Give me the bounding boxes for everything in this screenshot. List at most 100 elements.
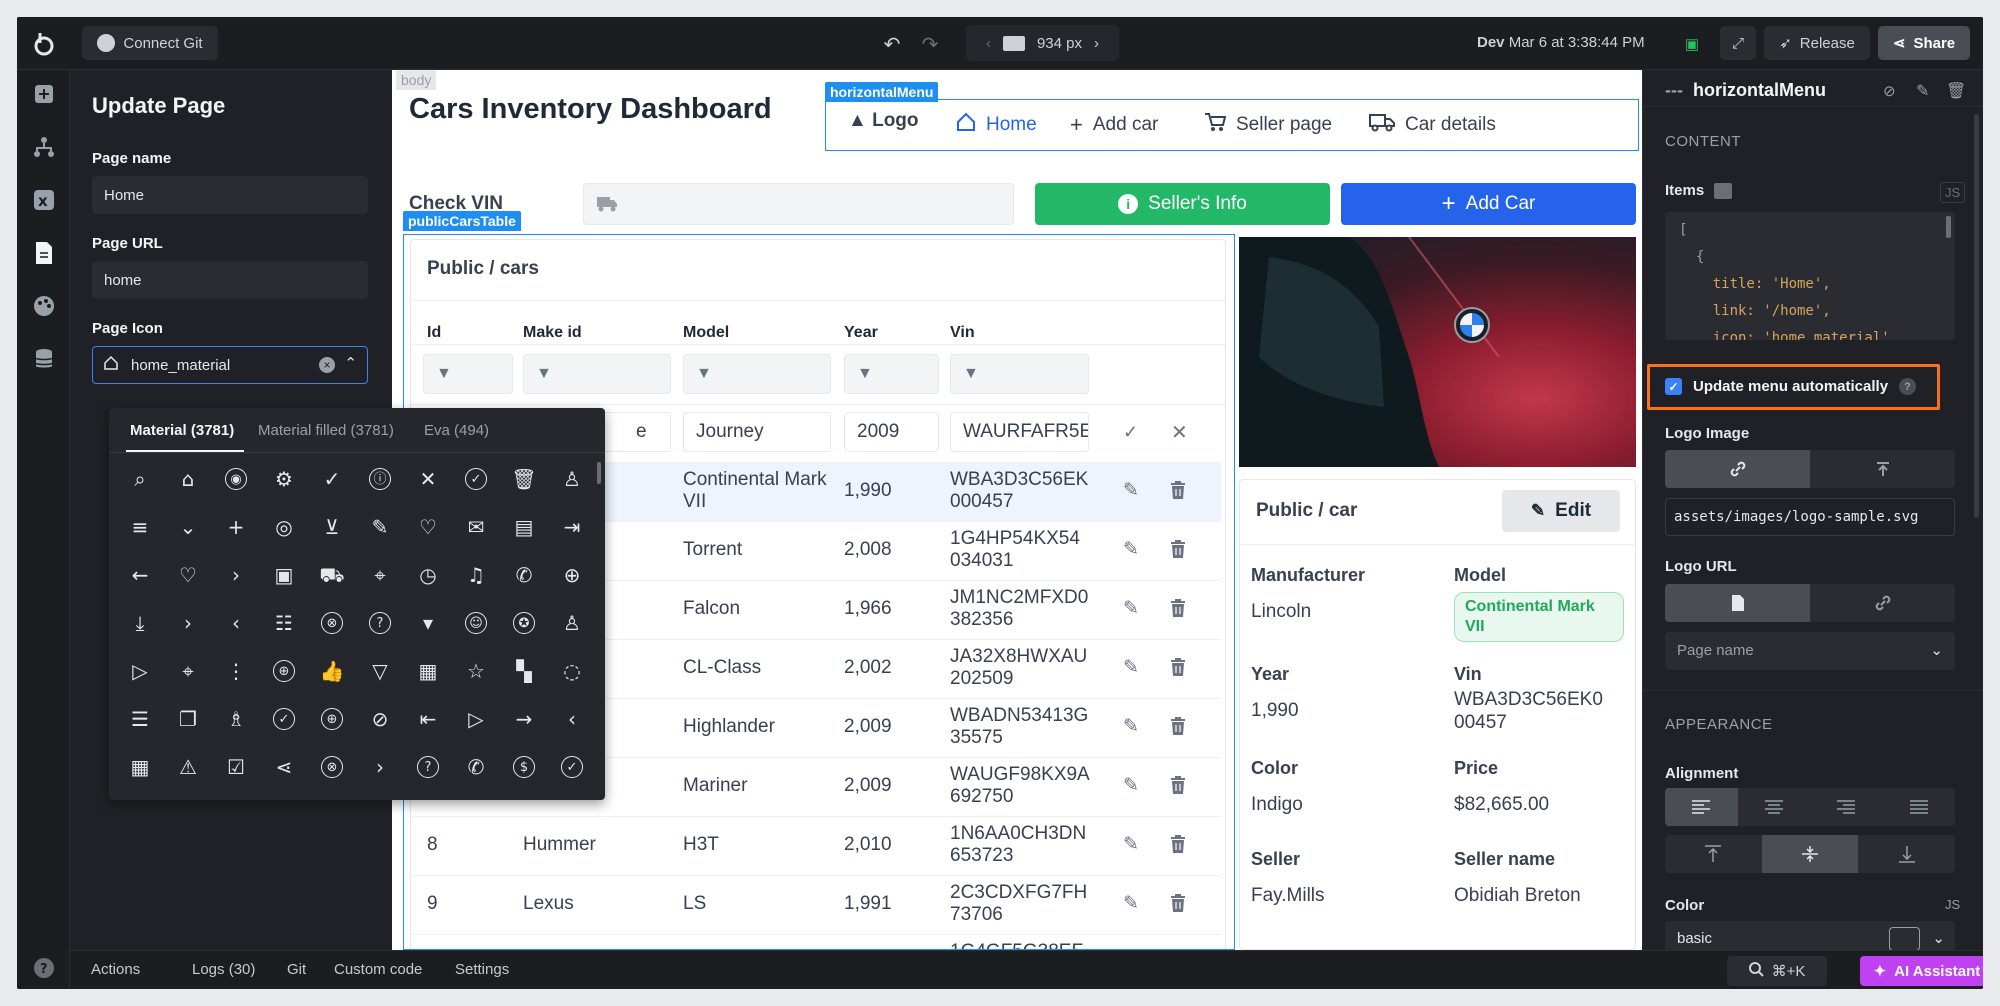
filter-model[interactable]: ▼ — [683, 354, 831, 394]
delete-icon[interactable]: 🗑 — [1946, 81, 1966, 101]
pencil-icon[interactable]: ✎ — [1123, 892, 1139, 915]
edit-icon[interactable]: ✎ — [1916, 81, 1929, 101]
align-left-icon[interactable] — [1665, 788, 1738, 826]
star-icon[interactable]: ☆ — [461, 656, 491, 686]
language-icon[interactable]: ⊕ — [557, 560, 587, 590]
calendar-icon[interactable]: ▦ — [125, 752, 155, 782]
lock-icon[interactable]: ▣ — [269, 560, 299, 590]
dashboard-icon[interactable]: ▚ — [509, 656, 539, 686]
table-row[interactable]: 9 Lexus LS 1,991 2C3CDXFG7FH73706 ✎ — [411, 875, 1221, 934]
edit-button[interactable]: ✎ Edit — [1502, 490, 1620, 532]
chevron-left-icon[interactable]: ‹ — [221, 608, 251, 638]
pencil-icon[interactable]: ✎ — [1123, 715, 1139, 738]
location-icon[interactable]: ⌖ — [173, 656, 203, 686]
settings-tab[interactable]: Settings — [455, 961, 509, 978]
logo-url-source-toggle[interactable] — [1665, 584, 1955, 622]
git-tab[interactable]: Git — [287, 961, 306, 978]
trash-icon[interactable] — [1171, 894, 1185, 917]
inspector-scrollbar[interactable] — [1974, 114, 1979, 518]
home-icon[interactable]: ⌂ — [173, 464, 203, 494]
cancel-icon[interactable]: ⊗ — [317, 608, 347, 638]
col-header-id[interactable]: Id — [427, 324, 441, 342]
list-icon[interactable]: ☰ — [125, 704, 155, 734]
check-icon[interactable]: ✓ — [1123, 422, 1138, 443]
chevron-left-icon[interactable]: ‹ — [986, 35, 991, 52]
color-js-toggle[interactable]: JS — [1945, 897, 1960, 912]
supervisor-icon[interactable]: ♗ — [221, 704, 251, 734]
checkbox-checked[interactable]: ✓ — [1665, 378, 1682, 395]
pencil-icon[interactable]: ✎ — [1123, 833, 1139, 856]
align-justify-icon[interactable] — [1883, 788, 1956, 826]
share-button[interactable]: ⋖ Share — [1878, 26, 1970, 60]
pencil-icon[interactable]: ✎ — [1123, 538, 1139, 561]
menu-icon[interactable]: ≡ — [125, 512, 155, 542]
monetization-icon[interactable]: $ — [509, 752, 539, 782]
custom-code-tab[interactable]: Custom code — [334, 961, 422, 978]
play-arrow-icon[interactable]: ▷ — [125, 656, 155, 686]
actions-tab[interactable]: Actions — [91, 961, 140, 978]
help-icon[interactable]: ? — [1899, 378, 1917, 395]
arrow-back-icon[interactable]: ← — [125, 560, 155, 590]
trash-icon[interactable] — [1171, 658, 1185, 681]
align-right-icon[interactable] — [1810, 788, 1883, 826]
verified-icon[interactable]: ✪ — [509, 608, 539, 638]
filter-vin[interactable]: ▼ — [950, 354, 1089, 394]
page-url-input[interactable]: home — [92, 261, 368, 299]
info-icon[interactable]: ⓘ — [365, 464, 395, 494]
check-circle-icon[interactable]: ✓ — [461, 464, 491, 494]
check-box-icon[interactable]: ☑ — [221, 752, 251, 782]
arrow-back-ios-icon[interactable]: ‹ — [557, 704, 587, 734]
pencil-icon[interactable]: ✎ — [1123, 656, 1139, 679]
page-icon-select[interactable]: home_material × ⌃ — [92, 346, 368, 384]
add-component-icon[interactable] — [30, 80, 58, 108]
content-copy-icon[interactable]: ❐ — [173, 704, 203, 734]
items-js-toggle[interactable]: JS — [1940, 182, 1966, 203]
groups-icon[interactable]: ☷ — [269, 608, 299, 638]
sellers-info-button[interactable]: i Seller's Info — [1035, 183, 1330, 225]
align-top-icon[interactable] — [1665, 835, 1762, 873]
fullscreen-button[interactable]: ⤢ — [1720, 26, 1756, 60]
menu-item-home[interactable]: Home — [956, 112, 1037, 138]
release-button[interactable]: ➶ Release — [1764, 26, 1870, 60]
close-icon[interactable]: ✕ — [1171, 420, 1188, 445]
unlink-icon[interactable]: ⊘ — [1883, 82, 1896, 100]
person-icon[interactable]: ♙ — [557, 464, 587, 494]
favorite-icon[interactable]: ♡ — [413, 512, 443, 542]
chevron-right-icon[interactable]: › — [173, 608, 203, 638]
task-alt-icon[interactable]: ✓ — [269, 704, 299, 734]
connect-git-button[interactable]: Connect Git — [82, 26, 218, 60]
horizontal-menu[interactable]: ▲ Logo Home + Add car Seller page Car de… — [825, 99, 1639, 151]
visibility-icon[interactable]: ◎ — [269, 512, 299, 542]
arrow-forward-ios-icon[interactable]: › — [365, 752, 395, 782]
table-icon[interactable] — [1714, 182, 1733, 199]
expand-more-icon[interactable]: ⌄ — [173, 512, 203, 542]
check-vin-input[interactable] — [583, 183, 1014, 225]
edit-model-input[interactable]: Journey — [683, 412, 831, 452]
login-icon[interactable]: ⇤ — [413, 704, 443, 734]
col-header-year[interactable]: Year — [844, 324, 878, 342]
description-icon[interactable]: ▤ — [509, 512, 539, 542]
editor-scrollbar[interactable] — [1946, 216, 1951, 238]
send-icon[interactable]: ▷ — [461, 704, 491, 734]
filter-year[interactable]: ▼ — [844, 354, 939, 394]
help-icon[interactable]: ? — [365, 608, 395, 638]
shopping-cart-icon[interactable]: ⊻ — [317, 512, 347, 542]
filter-icon[interactable]: ▽ — [365, 656, 395, 686]
chevron-right-icon[interactable]: › — [221, 560, 251, 590]
account-circle-icon[interactable]: ◉ — [221, 464, 251, 494]
favorite-icon[interactable]: ♡ — [173, 560, 203, 590]
visibility-off-icon[interactable]: ⊘ — [365, 704, 395, 734]
event-icon[interactable]: ▦ — [413, 656, 443, 686]
table-row[interactable]: 8 Hummer H3T 2,010 1N6AA0CH3DN653723 ✎ — [411, 816, 1221, 875]
mail-icon[interactable]: ✉ — [461, 512, 491, 542]
search-icon[interactable]: ⌕ — [125, 464, 155, 494]
trash-icon[interactable] — [1171, 540, 1185, 563]
arrow-drop-down-icon[interactable]: ▾ — [413, 608, 443, 638]
menu-item-car-details[interactable]: Car details — [1369, 112, 1496, 138]
close-icon[interactable]: ✕ — [413, 464, 443, 494]
items-code-editor[interactable]: [ { title: 'Home', link: '/home', icon: … — [1665, 212, 1955, 340]
check-circle-outline-icon[interactable]: ✓ — [557, 752, 587, 782]
search-button[interactable]: ⌘+K — [1727, 956, 1827, 986]
page-icon[interactable] — [1665, 584, 1810, 622]
local-shipping-icon[interactable]: ⛟ — [317, 560, 347, 590]
